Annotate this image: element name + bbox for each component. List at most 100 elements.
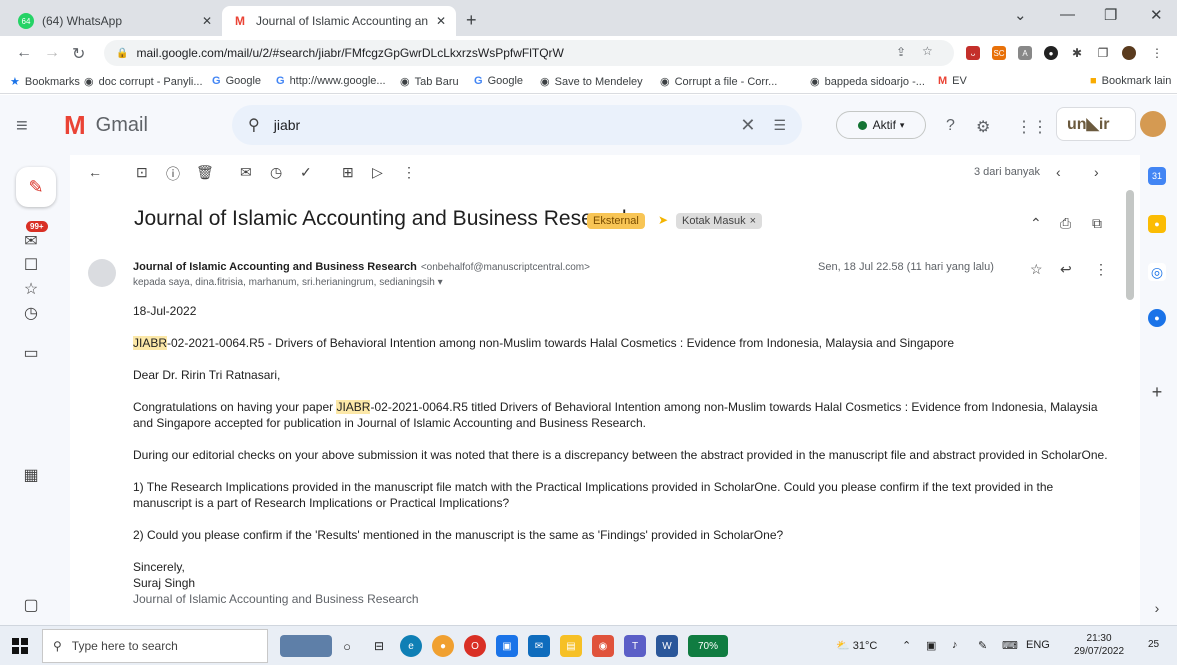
file-explorer-icon[interactable]: ▤ xyxy=(560,635,582,657)
tasks-icon[interactable]: ◎ xyxy=(1148,263,1166,281)
extension-pocket-icon[interactable]: ᴗ xyxy=(966,46,980,60)
settings-gear-icon[interactable]: ⚙ xyxy=(976,117,990,137)
close-icon[interactable]: ✕ xyxy=(436,14,446,28)
apps-grid-icon[interactable]: ⋮⋮ xyxy=(1016,117,1048,137)
notification-count[interactable]: 25 xyxy=(1148,639,1159,650)
search-options-icon[interactable]: ☰ xyxy=(773,117,786,134)
cortana-icon[interactable]: ○ xyxy=(336,635,358,657)
add-addon-icon[interactable]: + xyxy=(1148,382,1166,402)
address-bar[interactable]: 🔒 mail.google.com/mail/u/2/#search/jiabr… xyxy=(104,40,954,66)
reply-icon[interactable]: ↩ xyxy=(1060,261,1072,278)
bookmark-item[interactable]: M EV xyxy=(938,75,967,87)
minimize-icon[interactable]: — xyxy=(1060,6,1075,23)
pen-icon[interactable]: ✎ xyxy=(978,639,987,652)
next-message-icon[interactable]: › xyxy=(1094,164,1099,180)
search-icon[interactable]: ⚲ xyxy=(248,115,260,135)
input-icon[interactable]: ⌨ xyxy=(1002,639,1018,652)
store-icon[interactable]: ▣ xyxy=(496,635,518,657)
collapse-icon[interactable]: ⌃ xyxy=(1030,215,1042,232)
label-inbox[interactable]: Kotak Masuk × xyxy=(676,213,763,229)
reload-icon[interactable]: ↻ xyxy=(72,44,85,64)
recipients[interactable]: kepada saya, dina.fitrisia, marhanum, sr… xyxy=(133,277,443,288)
move-to-icon[interactable]: ⊞ xyxy=(342,164,354,181)
bookmark-other-folder[interactable]: ■ Bookmark lain xyxy=(1090,75,1171,87)
forward-icon[interactable]: → xyxy=(44,44,60,62)
back-icon[interactable]: ← xyxy=(16,44,32,62)
open-new-window-icon[interactable]: ⧉ xyxy=(1092,215,1102,232)
language-indicator[interactable]: ENG xyxy=(1026,639,1050,651)
menu-icon[interactable]: ⋮ xyxy=(1150,46,1164,60)
search-input[interactable]: jiabr xyxy=(274,117,741,133)
bookmark-item[interactable]: ★ Bookmarks xyxy=(10,75,80,89)
restore-icon[interactable]: ❐ xyxy=(1104,6,1117,24)
search-bar[interactable]: ⚲ jiabr ✕ ☰ xyxy=(232,105,802,145)
expand-panel-icon[interactable]: › xyxy=(1148,599,1166,617)
chevron-down-icon[interactable]: ⌄ xyxy=(1014,6,1027,24)
mark-unread-icon[interactable]: ✉ xyxy=(240,164,252,181)
spaces-icon[interactable]: ▭ xyxy=(20,343,42,363)
edge-icon[interactable]: e xyxy=(400,635,422,657)
meet-icon[interactable]: ▦ xyxy=(20,465,42,485)
new-tab-button[interactable]: + xyxy=(466,10,477,31)
main-menu-icon[interactable]: ≡ xyxy=(16,115,28,138)
compose-button[interactable]: ✎ xyxy=(16,167,56,207)
gmail-logo[interactable]: M Gmail xyxy=(64,110,148,141)
side-panel-icon[interactable]: ❐ xyxy=(1096,46,1110,60)
more-options-icon[interactable]: ⋮ xyxy=(402,164,416,181)
share-icon[interactable]: ⇪ xyxy=(896,45,906,59)
status-dropdown[interactable]: Aktif ▾ xyxy=(836,111,926,139)
importance-marker-icon[interactable]: ➤ xyxy=(658,213,668,227)
word-icon[interactable]: W xyxy=(656,635,678,657)
account-avatar[interactable] xyxy=(1140,111,1166,137)
bookmark-item[interactable]: G Google xyxy=(474,75,523,87)
bookmark-item[interactable]: Ghttp://www.google... xyxy=(276,75,386,87)
windows-start-icon[interactable] xyxy=(12,638,28,654)
volume-icon[interactable]: ♪ xyxy=(952,639,958,651)
tray-chevron-icon[interactable]: ⌃ xyxy=(902,639,911,652)
bookmark-star-icon[interactable]: ☆ xyxy=(922,44,933,58)
puzzle-icon[interactable]: ✱ xyxy=(1070,46,1084,60)
bookmark-item[interactable]: ◉ doc corrupt - Panyli... xyxy=(84,75,203,89)
bookmark-item[interactable]: ◉ Save to Mendeley xyxy=(540,75,643,89)
close-window-icon[interactable]: ✕ xyxy=(1150,6,1163,24)
bookmark-item[interactable]: G Google xyxy=(212,75,261,87)
mail-app-icon[interactable]: ✉ xyxy=(528,635,550,657)
profile-avatar[interactable] xyxy=(1122,46,1136,60)
delete-icon[interactable]: 🗑 xyxy=(196,164,214,181)
remove-label-icon[interactable]: × xyxy=(750,215,756,227)
mail-icon[interactable]: ✉ xyxy=(20,231,42,251)
search-highlight-image[interactable] xyxy=(280,635,332,657)
print-icon[interactable]: ⎙ xyxy=(1060,215,1071,232)
calendar-icon[interactable]: 31 xyxy=(1148,167,1166,185)
message-more-icon[interactable]: ⋮ xyxy=(1094,261,1108,278)
add-task-icon[interactable]: ✓ xyxy=(300,164,312,181)
contacts-icon[interactable]: ● xyxy=(1148,309,1166,327)
archive-icon[interactable]: ⊡ xyxy=(136,164,148,181)
extension-icon[interactable]: A xyxy=(1018,46,1032,60)
bookmark-item[interactable]: ◉ Tab Baru xyxy=(400,75,459,89)
starred-icon[interactable]: ☆ xyxy=(20,279,42,299)
chrome-icon[interactable]: ● xyxy=(432,635,454,657)
organization-logo[interactable]: un◣ir xyxy=(1056,107,1136,141)
tab-gmail[interactable]: M Journal of Islamic Accounting an ✕ xyxy=(222,6,456,36)
teams-icon[interactable]: T xyxy=(624,635,646,657)
keep-icon[interactable]: ● xyxy=(1148,215,1166,233)
app-icon[interactable]: ◉ xyxy=(592,635,614,657)
report-spam-icon[interactable]: ⓘ xyxy=(166,164,180,184)
scrollbar-thumb[interactable] xyxy=(1126,190,1134,300)
snoozed-clock-icon[interactable]: ◷ xyxy=(20,303,42,323)
snooze-icon[interactable]: ◷ xyxy=(270,164,282,181)
back-to-list-icon[interactable]: ← xyxy=(88,164,102,180)
weather-widget[interactable]: ⛅ 31°C xyxy=(836,639,877,652)
taskbar-search[interactable]: ⚲ Type here to search xyxy=(42,629,268,663)
help-icon[interactable]: ? xyxy=(946,117,955,135)
prev-message-icon[interactable]: ‹ xyxy=(1056,164,1061,180)
extension-icon[interactable]: ● xyxy=(1044,46,1058,60)
bookmark-item[interactable]: ◉ bappeda sidoarjo -... xyxy=(810,75,925,89)
chat-icon[interactable]: ☐ xyxy=(20,255,42,275)
star-icon[interactable]: ☆ xyxy=(1030,261,1043,278)
clock[interactable]: 21:30 29/07/2022 xyxy=(1074,632,1124,658)
label-icon[interactable]: ▷ xyxy=(372,164,383,181)
video-call-icon[interactable]: ▢ xyxy=(20,595,42,615)
extension-sc-icon[interactable]: SC xyxy=(992,46,1006,60)
